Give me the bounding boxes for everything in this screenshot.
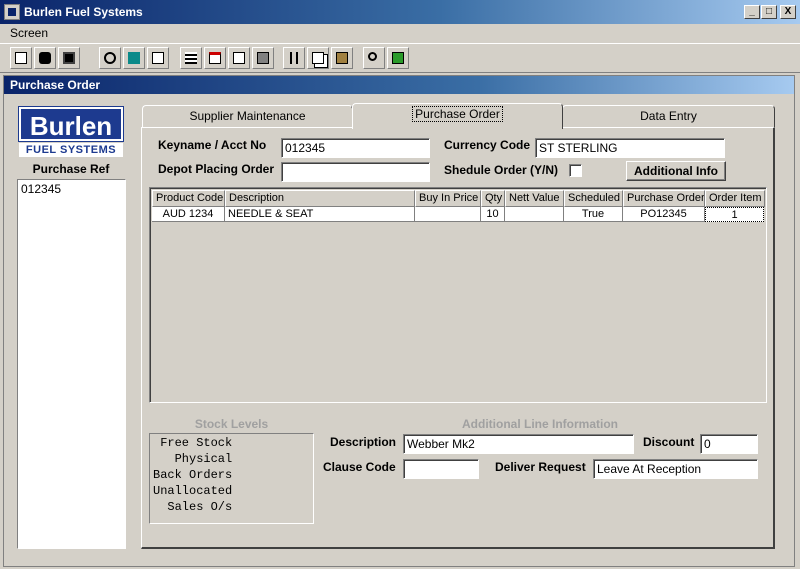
additional-line-title: Additional Line Information <box>462 417 618 431</box>
depot-input[interactable] <box>281 162 430 182</box>
cut-button[interactable] <box>283 47 305 69</box>
search-button[interactable] <box>363 47 385 69</box>
depot-label: Depot Placing Order <box>158 162 275 176</box>
copy-button[interactable] <box>307 47 329 69</box>
new-button[interactable] <box>10 47 32 69</box>
clause-code-input[interactable] <box>403 459 479 479</box>
stock-line-free: Free Stock <box>153 436 233 450</box>
app-icon[interactable] <box>4 4 20 20</box>
additional-info-button[interactable]: Additional Info <box>626 161 726 181</box>
column-header[interactable]: Product Code <box>152 190 225 207</box>
undo-icon <box>104 52 116 64</box>
currency-input[interactable]: ST STERLING <box>535 138 725 158</box>
logo-top: Burlen <box>18 106 124 142</box>
schedule-checkbox[interactable] <box>569 164 582 177</box>
chart-icon <box>233 52 245 64</box>
find-icon <box>39 52 51 64</box>
print-button[interactable] <box>252 47 274 69</box>
copy-icon <box>312 52 324 64</box>
card-button[interactable] <box>204 47 226 69</box>
page-icon <box>152 52 164 64</box>
paste-button[interactable] <box>331 47 353 69</box>
logo-bottom: FUEL SYSTEMS <box>19 143 123 157</box>
discount-input[interactable]: 0 <box>700 434 758 454</box>
close-button[interactable]: X <box>780 5 796 19</box>
chart-button[interactable] <box>228 47 250 69</box>
minimize-button[interactable]: _ <box>744 5 760 19</box>
keyname-input[interactable]: 012345 <box>281 138 430 158</box>
print-icon <box>257 52 269 64</box>
grid-cell-buy-in-price[interactable] <box>415 207 481 222</box>
tab-data-entry[interactable]: Data Entry <box>562 105 775 127</box>
page-button[interactable] <box>147 47 169 69</box>
delete-button[interactable] <box>123 47 145 69</box>
stock-levels-title: Stock Levels <box>194 417 269 431</box>
deliver-request-input[interactable]: Leave At Reception <box>593 459 758 479</box>
column-header[interactable]: Order Item <box>705 190 765 207</box>
keyname-label: Keyname / Acct No <box>158 138 267 152</box>
grid-cell-purchase-order[interactable]: PO12345 <box>623 207 705 222</box>
tab-purchase-order[interactable]: Purchase Order <box>352 103 563 129</box>
tab-label: Purchase Order <box>412 106 503 122</box>
delete-icon <box>128 52 140 64</box>
schedule-label: Shedule Order (Y/N) <box>444 163 559 177</box>
tab-supplier-maintenance[interactable]: Supplier Maintenance <box>142 105 353 127</box>
undo-button[interactable] <box>99 47 121 69</box>
exit-icon <box>392 52 404 64</box>
line-description-input[interactable]: Webber Mk2 <box>403 434 634 454</box>
clause-code-label: Clause Code <box>323 460 396 474</box>
menu-screen[interactable]: Screen <box>10 26 48 40</box>
maximize-button[interactable]: □ <box>761 5 777 19</box>
grid-cell-qty[interactable]: 10 <box>481 207 505 222</box>
deliver-request-label: Deliver Request <box>495 460 586 474</box>
column-header[interactable]: Description <box>225 190 415 207</box>
purchase-ref-label: Purchase Ref <box>32 162 110 176</box>
cut-icon <box>290 52 298 64</box>
grid-cell-description[interactable]: NEEDLE & SEAT <box>225 207 415 222</box>
exit-button[interactable] <box>387 47 409 69</box>
search-icon <box>368 52 377 61</box>
stock-line-physical: Physical <box>153 452 233 466</box>
grid-cell-scheduled[interactable]: True <box>564 207 623 222</box>
toolbar <box>0 43 800 73</box>
list-item[interactable]: 012345 <box>21 182 61 196</box>
purchase-ref-list[interactable]: 012345 <box>17 179 126 549</box>
menu-bar: Screen <box>0 24 800 42</box>
order-lines-grid[interactable]: Product Code Description Buy In Price Qt… <box>149 187 767 403</box>
column-header[interactable]: Buy In Price <box>415 190 481 207</box>
stock-line-unallocated: Unallocated <box>153 484 233 498</box>
new-icon <box>15 52 27 64</box>
stock-levels-box: Free Stock Physical Back Orders Unalloca… <box>149 433 314 524</box>
column-header[interactable]: Qty <box>481 190 505 207</box>
column-header[interactable]: Purchase Order <box>623 190 705 207</box>
calculator-icon <box>185 52 197 64</box>
stock-line-back-orders: Back Orders <box>153 468 233 482</box>
currency-label: Currency Code <box>444 138 531 152</box>
column-header[interactable]: Nett Value <box>505 190 564 207</box>
grid-cell-product-code[interactable]: AUD 1234 <box>152 207 225 222</box>
save-icon <box>63 52 75 64</box>
calculator-button[interactable] <box>180 47 202 69</box>
card-icon <box>209 52 221 64</box>
discount-label: Discount <box>643 435 695 449</box>
grid-cell-order-item[interactable]: 1 <box>705 207 764 222</box>
stock-line-sales: Sales O/s <box>153 500 233 514</box>
grid-cell-nett-value[interactable] <box>505 207 564 222</box>
window-title: Burlen Fuel Systems <box>24 5 143 19</box>
title-bar: Burlen Fuel Systems _ □ X <box>0 0 800 24</box>
save-button[interactable] <box>58 47 80 69</box>
column-header[interactable]: Scheduled <box>564 190 623 207</box>
child-window-title: Purchase Order <box>10 78 101 92</box>
child-title-bar: Purchase Order <box>4 76 794 94</box>
find-button[interactable] <box>34 47 56 69</box>
tab-label: Data Entry <box>640 109 697 123</box>
line-description-label: Description <box>330 435 397 449</box>
paste-icon <box>336 52 348 64</box>
tab-label: Supplier Maintenance <box>189 109 306 123</box>
burlen-logo: Burlen FUEL SYSTEMS <box>18 106 124 157</box>
